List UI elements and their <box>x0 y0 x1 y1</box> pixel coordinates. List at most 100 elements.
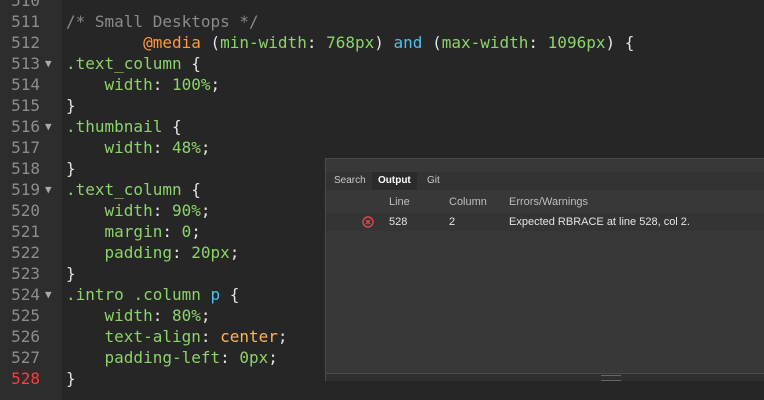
code-token: 20px <box>191 243 230 262</box>
code-token: : <box>171 243 192 262</box>
code-token: .column <box>133 285 201 304</box>
code-text: .text_column { <box>66 179 201 200</box>
code-token: 1096px <box>547 33 606 52</box>
output-panel: Search Output Git Line Column Errors/War… <box>325 158 764 381</box>
code-token: 80% <box>171 306 201 325</box>
fold-arrow-icon[interactable]: ▼ <box>45 53 52 74</box>
code-text: padding: 20px; <box>66 242 240 263</box>
line-number: 515 <box>11 96 40 115</box>
panel-resize-bar[interactable] <box>326 373 764 381</box>
code-text: } <box>66 158 76 179</box>
code-token: ) { <box>605 33 635 52</box>
code-token: 0px <box>239 348 269 367</box>
line-number: 517 <box>11 138 40 157</box>
code-token: .intro <box>66 285 124 304</box>
code-token: .text_column <box>66 54 182 73</box>
code-token: padding-left <box>104 348 221 367</box>
table-row[interactable]: 528 2 Expected RBRACE at line 528, col 2… <box>326 213 764 231</box>
code-token: ; <box>268 348 278 367</box>
fold-arrow-icon[interactable]: ▼ <box>45 284 52 305</box>
code-text: width: 100%; <box>66 74 221 95</box>
resize-grip-icon[interactable] <box>601 375 621 381</box>
code-token: width <box>104 75 153 94</box>
code-token: ; <box>229 243 240 262</box>
code-token: /* Small Desktops */ <box>66 12 259 31</box>
line-number: 516 <box>11 117 40 136</box>
code-token: : <box>162 222 182 241</box>
error-icon <box>362 216 374 228</box>
table-header: Line Column Errors/Warnings <box>326 192 764 212</box>
row-column: 2 <box>449 216 456 228</box>
code-text: padding-left: 0px; <box>66 347 278 368</box>
tab-output[interactable]: Output <box>372 172 417 190</box>
code-text: @media (min-width: 768px) and (max-width… <box>66 32 634 53</box>
tab-search[interactable]: Search <box>328 172 372 190</box>
code-token: ; <box>210 75 221 94</box>
line-number: 524 <box>11 285 40 304</box>
code-text: text-align: center; <box>66 326 288 347</box>
code-token: 90% <box>171 201 201 220</box>
code-token: min-width <box>220 33 307 52</box>
line-number: 522 <box>11 243 40 262</box>
code-token: { <box>181 54 201 73</box>
line-number: 510 <box>11 0 40 10</box>
line-number: 527 <box>11 348 40 367</box>
code-text: .thumbnail { <box>66 116 182 137</box>
code-text: .text_column { <box>66 53 201 74</box>
code-text: } <box>66 95 76 116</box>
line-number: 520 <box>11 201 40 220</box>
panel-tabs: Search Output Git <box>326 172 764 190</box>
code-text: .intro .column p { <box>66 284 239 305</box>
code-text: width: 90%; <box>66 200 211 221</box>
code-token: margin <box>104 222 163 241</box>
code-text: /* Small Desktops */ <box>66 11 259 32</box>
code-token: 100% <box>171 75 211 94</box>
code-token: @media <box>143 33 201 52</box>
code-token: } <box>66 96 76 115</box>
tab-git[interactable]: Git <box>421 172 446 190</box>
line-number: 518 <box>11 159 40 178</box>
code-token: ( <box>422 33 442 52</box>
line-number: 514 <box>11 75 40 94</box>
line-number: 512 <box>11 33 40 52</box>
code-token: : <box>152 201 172 220</box>
code-text: } <box>66 368 76 389</box>
code-token: : <box>306 33 327 52</box>
row-line: 528 <box>389 216 408 228</box>
fold-arrow-icon[interactable]: ▼ <box>45 116 52 137</box>
code-token: : <box>528 33 548 52</box>
code-token: text-align <box>104 327 201 346</box>
line-number: 511 <box>11 12 40 31</box>
code-token: { <box>162 117 182 136</box>
code-token: and <box>393 33 423 52</box>
header-errors-warnings: Errors/Warnings <box>509 196 589 208</box>
code-token: ; <box>200 201 211 220</box>
fold-arrow-icon[interactable]: ▼ <box>45 179 52 200</box>
code-token: ; <box>277 327 288 346</box>
line-number: 528 <box>11 369 40 388</box>
code-token: width <box>104 306 153 325</box>
code-token: padding <box>104 243 172 262</box>
code-token: ; <box>200 306 211 325</box>
code-token: : <box>220 348 240 367</box>
header-column: Column <box>449 196 487 208</box>
header-line: Line <box>389 196 410 208</box>
line-number: 513 <box>11 54 40 73</box>
code-token: center <box>220 327 278 346</box>
code-text: margin: 0; <box>66 221 201 242</box>
code-token: width <box>104 138 153 157</box>
code-token: 768px <box>326 33 375 52</box>
code-text: width: 48%; <box>66 137 211 158</box>
code-token: p <box>210 285 221 304</box>
